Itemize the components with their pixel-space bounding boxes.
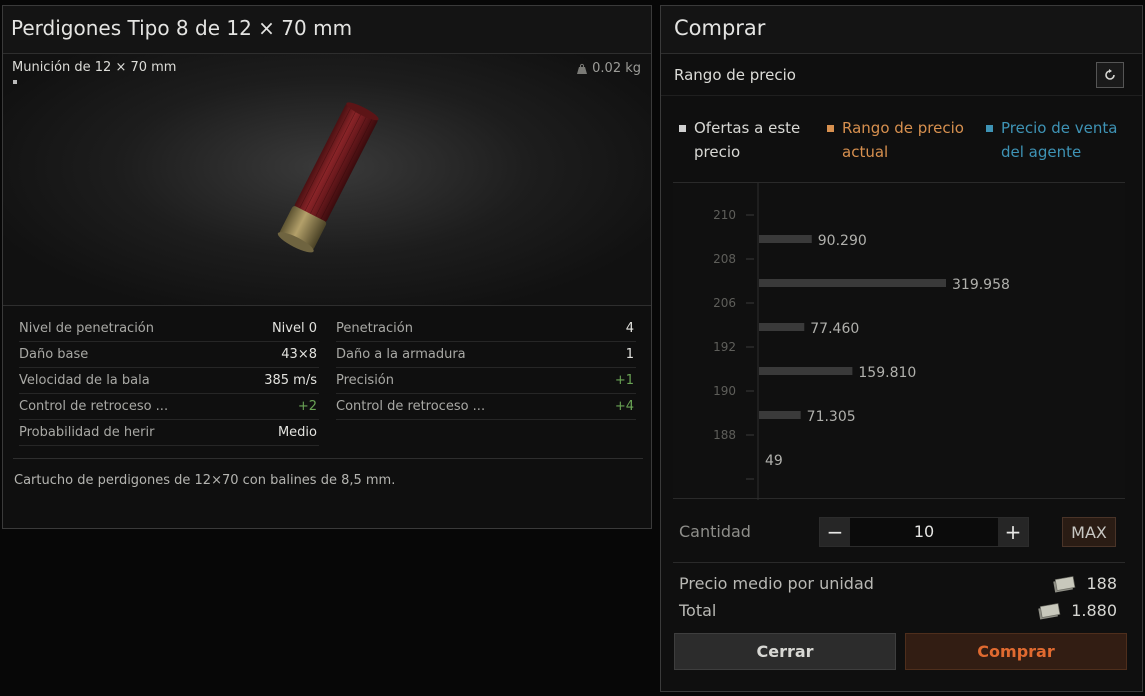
legend-text: actual [842,143,889,161]
refresh-button[interactable] [1096,62,1124,88]
stat-value: 43×8 [281,347,317,362]
rouble-bills-icon [1053,575,1076,592]
price-tick-label: 188 [713,428,736,442]
offer-bar[interactable] [759,235,812,243]
legend-text: precio [694,143,741,161]
stat-row: Nivel de penetración Nivel 0 [19,316,319,342]
legend-swatch [827,125,834,132]
stat-label: Probabilidad de herir [19,425,155,440]
stat-value: +1 [614,373,634,388]
weight-display: 0.02 kg [576,61,641,76]
legend-item-current-range: Rango de precio actual [827,116,964,164]
stat-row: Daño base 43×8 [19,342,319,368]
legend-text: Ofertas a este [694,119,801,137]
legend-text: Rango de precio [842,119,964,137]
buy-button[interactable]: Comprar [905,633,1127,670]
ammo-marker [13,80,17,84]
offer-count-label: 90.290 [818,233,867,249]
offer-count-label: 71.305 [807,409,856,425]
close-button[interactable]: Cerrar [674,633,896,670]
stat-row: Penetración 4 [336,316,636,342]
plus-icon: + [1004,520,1022,544]
stat-value: Medio [277,425,317,440]
offer-count-label: 49 [765,453,783,469]
offer-count-label: 319.958 [952,277,1010,293]
average-price-label: Precio medio por unidad [679,574,874,593]
stat-value: 1 [625,347,634,362]
price-tick-label: 206 [713,296,736,310]
minus-icon: − [826,520,844,544]
stat-row: Probabilidad de herir Medio [19,420,319,446]
rouble-bills-icon [1038,602,1061,619]
price-offers-chart: 210 90.290 208 319.958 206 77.460 192 159.810 19… [673,182,1125,500]
legend-item-offers: Ofertas a este precio [679,116,800,164]
weight-icon [577,63,588,74]
price-tick-label: 208 [713,252,736,266]
stat-label: Nivel de penetración [19,321,155,336]
legend-text: Precio de venta [1001,119,1118,137]
offer-bar[interactable] [759,411,801,419]
legend-swatch [679,125,686,132]
price-range-label: Rango de precio [674,65,796,84]
ammo-type-label: Munición de 12 × 70 mm [12,60,177,75]
buy-panel: Comprar Rango de precio Ofertas a este pr… [660,5,1143,692]
stat-value: 385 m/s [264,373,317,388]
legend-item-agent-price: Precio de venta del agente [986,116,1117,164]
stat-label: Velocidad de la bala [19,373,150,388]
stats-column-right: Penetración 4 Daño a la armadura 1 Precisi… [336,316,636,420]
stat-row: Control de retroceso ... +4 [336,394,636,420]
item-details-panel: Perdigones Tipo 8 de 12 × 70 mm Munición… [2,5,652,529]
chart-legend: Ofertas a este precio Rango de precio actu… [661,116,1142,176]
decrement-button[interactable]: − [820,518,850,546]
stat-row: Velocidad de la bala 385 m/s [19,368,319,394]
stat-value: +2 [297,399,317,414]
average-price-value: 188 [1086,574,1117,593]
stat-label: Control de retroceso ... [19,399,169,414]
total-price-row: Total 1.880 [679,601,1117,620]
stat-label: Penetración [336,321,413,336]
price-range-header: Rango de precio [661,54,1142,96]
quantity-row: Cantidad − 10 + MAX [661,514,1142,550]
refresh-icon [1105,69,1115,80]
price-tick-label: 210 [713,208,736,222]
increment-button[interactable]: + [998,518,1028,546]
stat-row: Control de retroceso ... +2 [19,394,319,420]
buy-title: Comprar [661,6,1142,54]
legend-text: del agente [1001,143,1082,161]
max-button[interactable]: MAX [1062,517,1116,547]
offer-count-label: 77.460 [810,321,859,337]
quantity-input[interactable]: 10 [850,518,998,546]
total-value: 1.880 [1071,601,1117,620]
weight-value: 0.02 kg [592,61,641,76]
stat-value: +4 [614,399,634,414]
stats-column-left: Nivel de penetración Nivel 0 Daño base 43×… [19,316,319,446]
stat-label: Daño base [19,347,89,362]
offers-bar-chart: 210 90.290 208 319.958 206 77.460 192 159.810 19… [713,183,1010,500]
stat-label: Precisión [336,373,395,388]
totals-divider [673,562,1125,563]
stat-row: Precisión +1 [336,368,636,394]
item-preview: Munición de 12 × 70 mm 0.02 kg [3,54,651,306]
stat-value: 4 [625,321,634,336]
offer-count-label: 159.810 [858,365,916,381]
price-tick-label: 190 [713,384,736,398]
quantity-stepper: − 10 + [819,517,1029,547]
stat-value: Nivel 0 [271,321,317,336]
price-tick-label: 192 [713,340,736,354]
offer-bar[interactable] [759,279,946,287]
item-title: Perdigones Tipo 8 de 12 × 70 mm [3,6,651,54]
description-divider [13,458,643,459]
total-label: Total [679,601,717,620]
item-description: Cartucho de perdigones de 12×70 con bali… [14,473,396,488]
legend-swatch [986,125,993,132]
offer-bar[interactable] [759,323,805,331]
stat-label: Daño a la armadura [336,347,466,362]
quantity-label: Cantidad [679,522,751,541]
shotgun-shell-image [277,102,379,253]
stat-row: Daño a la armadura 1 [336,342,636,368]
average-price-row: Precio medio por unidad 188 [679,574,1117,593]
offer-bar[interactable] [759,367,853,375]
stat-label: Control de retroceso ... [336,399,486,414]
